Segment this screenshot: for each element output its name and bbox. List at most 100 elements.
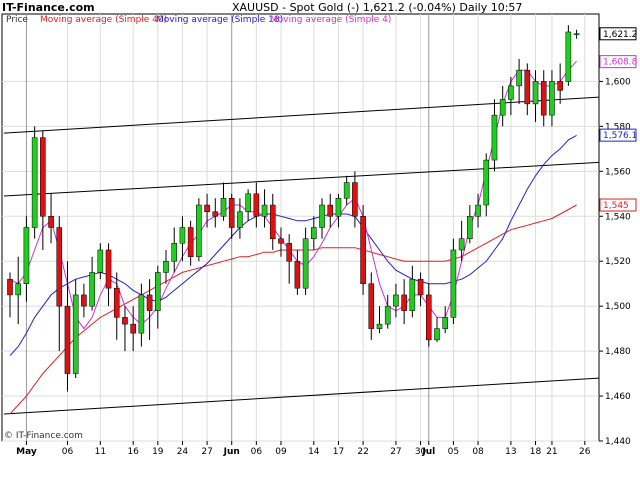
x-tick-label: 13 <box>505 447 516 457</box>
candle-body <box>499 99 506 116</box>
candle-body <box>475 204 481 217</box>
candle-body <box>442 317 448 329</box>
x-tick-label: 24 <box>177 447 189 457</box>
legend-ma40: Moving average (Simple 40) <box>40 15 167 25</box>
candle-body <box>352 182 358 217</box>
candle-body <box>376 323 383 329</box>
candle-body <box>130 323 136 334</box>
candle-body <box>196 204 202 257</box>
candle-body <box>155 272 161 311</box>
candle-body <box>269 204 276 239</box>
candle-body <box>516 69 522 87</box>
candle-body <box>540 81 547 116</box>
y-tick-label: 1,600 <box>605 77 631 87</box>
x-tick-label: 16 <box>127 447 139 457</box>
candle-body <box>40 137 46 217</box>
x-tick-label: 08 <box>472 447 484 457</box>
candle-body <box>179 227 186 244</box>
candle-body <box>7 278 13 296</box>
candle-body <box>401 294 407 311</box>
candle-body <box>360 216 366 284</box>
candle-body <box>253 193 260 217</box>
candle-body <box>294 260 301 289</box>
x-tick-label: 18 <box>530 447 542 457</box>
x-tick-label: 27 <box>390 447 401 457</box>
candle-body <box>491 114 498 161</box>
y-tick-label: 1,560 <box>605 167 631 177</box>
x-tick-label: 26 <box>579 447 591 457</box>
legend: Price Moving average (Simple 40) Moving … <box>6 15 391 25</box>
candle-body <box>393 294 399 307</box>
candle-body <box>228 198 235 228</box>
x-tick-label: 06 <box>251 447 263 457</box>
legend-price: Price <box>6 15 28 25</box>
candle-body <box>146 294 153 311</box>
x-tick-label: Jul <box>421 447 435 457</box>
candle-body <box>467 216 473 239</box>
y-tick-label: 1,460 <box>605 392 631 402</box>
price-chart[interactable]: 1,4401,4601,4801,5001,5201,5401,5601,580… <box>0 0 640 480</box>
candle-body <box>524 69 531 105</box>
price-tags: 1,621.2 1,608.8 1,576.1 1,545 <box>599 27 638 212</box>
candle-body <box>171 242 178 262</box>
candle-body <box>549 81 555 116</box>
candle-body <box>302 238 309 289</box>
x-tick-label: 19 <box>152 447 164 457</box>
candle-body <box>105 249 112 289</box>
candle-body <box>212 211 219 217</box>
watermark: © IT-Finance.com <box>4 431 83 441</box>
x-tick-label: 21 <box>546 447 557 457</box>
candle-body <box>56 227 63 307</box>
candle-body <box>23 227 30 284</box>
price-tag-label-ma40: 1,545 <box>603 201 629 211</box>
candle-body <box>204 204 210 213</box>
legend-ma4: Moving average (Simple 4) <box>270 15 391 25</box>
candle-body <box>261 204 268 217</box>
y-tick-label: 1,540 <box>605 212 631 222</box>
candle-body <box>64 305 71 374</box>
y-tick-label: 1,480 <box>605 347 631 357</box>
x-tick-label: 27 <box>201 447 212 457</box>
candle-body <box>483 159 490 206</box>
y-tick-label: 1,520 <box>605 257 631 267</box>
candle-body <box>15 283 22 296</box>
candle-body <box>458 238 465 251</box>
candle-body <box>48 216 54 228</box>
x-tick-label: 14 <box>308 447 320 457</box>
x-tick-label: 05 <box>448 447 459 457</box>
candle-body <box>434 328 440 341</box>
candle-body <box>187 227 194 257</box>
candle-body <box>565 31 572 82</box>
candle-body <box>286 242 292 262</box>
candle-body <box>557 81 563 91</box>
candle-body <box>425 294 432 341</box>
candle-body <box>237 211 243 228</box>
x-tick-label: 09 <box>275 447 287 457</box>
candle-body <box>343 182 350 199</box>
x-tick-label: May <box>16 447 37 457</box>
x-tick-label: 11 <box>95 447 106 457</box>
x-axis: May 06 11 16 19 24 27 Jun 06 09 14 17 22 27 30Jul 05 08 1… <box>16 441 591 457</box>
candle-body <box>31 137 38 228</box>
x-tick-label: 06 <box>62 447 74 457</box>
candle-body <box>384 305 391 325</box>
x-tick-label: 17 <box>333 447 344 457</box>
price-tag-label-ma4: 1,608.8 <box>603 58 638 68</box>
candle-body <box>163 260 169 273</box>
candle-body <box>409 278 416 311</box>
price-tag-label-ma18: 1,576.1 <box>603 131 637 141</box>
candle-body <box>220 198 227 217</box>
y-tick-label: 1,500 <box>605 302 631 312</box>
candle-body <box>327 204 334 217</box>
candle-body <box>89 272 95 307</box>
candle-body <box>532 81 539 105</box>
candle-body <box>245 193 251 213</box>
candle-body <box>122 317 128 325</box>
plot-area <box>1 13 600 442</box>
candle-body <box>311 227 317 239</box>
y-tick-label: 1,440 <box>605 437 631 447</box>
candle-body <box>81 294 87 307</box>
candle-body <box>319 204 325 228</box>
candle-body <box>138 294 145 334</box>
price-tag-label-last: 1,621.2 <box>603 30 637 40</box>
